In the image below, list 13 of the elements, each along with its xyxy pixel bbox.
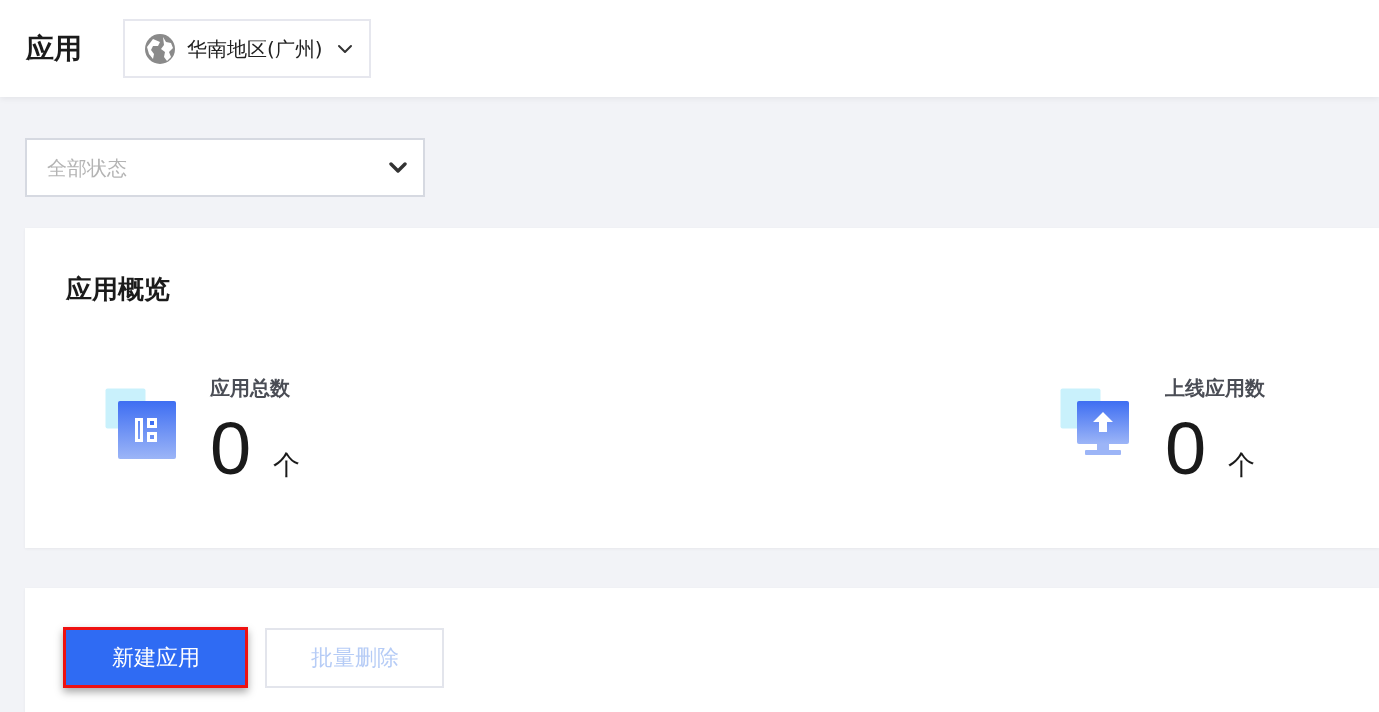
dashboard-tile-icon: [105, 388, 177, 460]
stat-label: 上线应用数: [1165, 375, 1265, 401]
region-select[interactable]: 华南地区(广州): [123, 19, 371, 78]
stat-label: 应用总数: [210, 375, 290, 401]
stat-unit: 个: [1228, 448, 1256, 482]
page-title: 应用: [26, 30, 82, 67]
card-title: 应用概览: [66, 273, 170, 306]
stat-value: 0: [210, 407, 252, 491]
stat-value: 0: [1165, 407, 1207, 491]
create-button[interactable]: 新建应用: [63, 627, 248, 688]
globe-icon: [144, 32, 176, 65]
chevron-down-icon: [389, 161, 407, 174]
stat-unit: 个: [273, 448, 301, 482]
